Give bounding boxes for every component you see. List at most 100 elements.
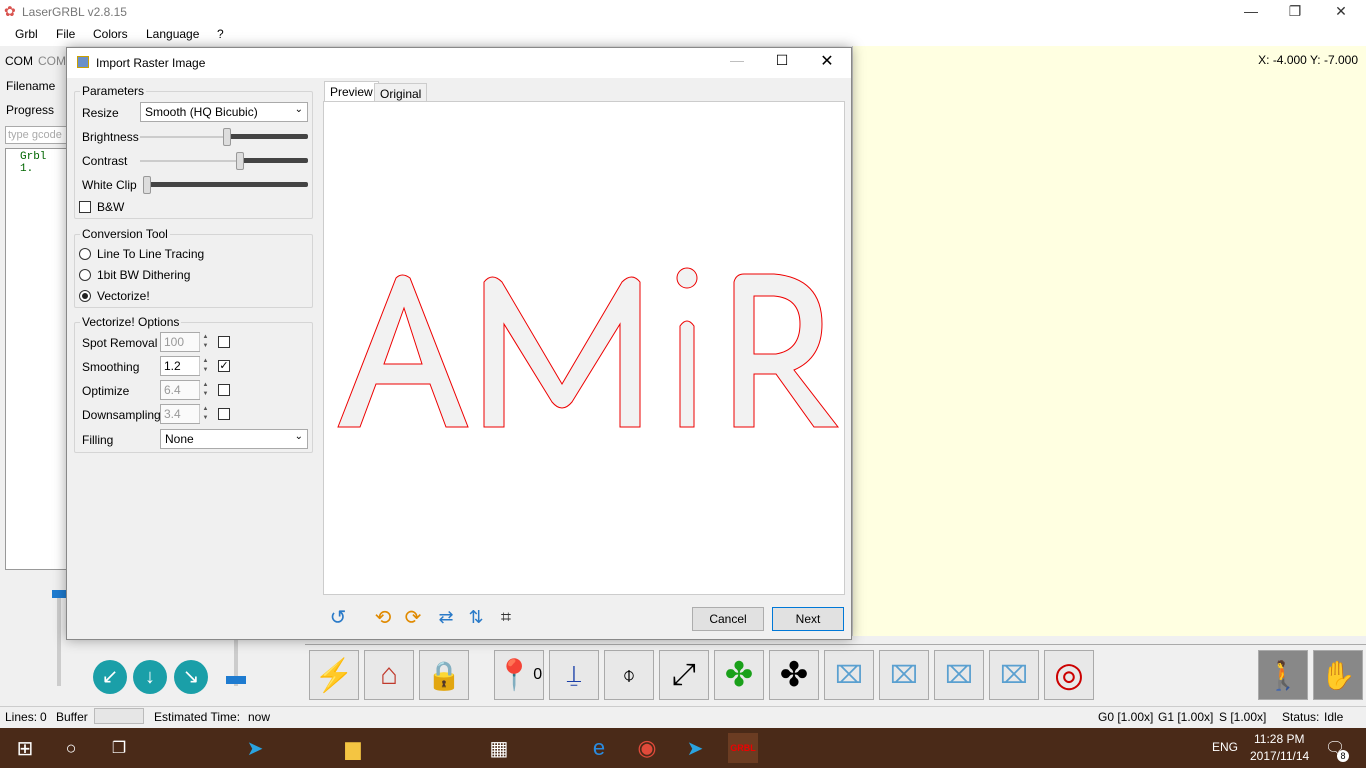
optimize-spinner[interactable]: ▲ ▼ <box>199 381 211 399</box>
contrast-slider[interactable] <box>140 152 308 170</box>
whiteclip-slider[interactable] <box>140 176 308 194</box>
menu-language[interactable]: Language <box>146 27 199 41</box>
reset-image-button[interactable]: ↺ <box>324 603 352 631</box>
start-button[interactable]: ⊞ <box>10 733 40 763</box>
g0-override[interactable]: G0 [1.00x] <box>1098 710 1153 724</box>
custom-button-1[interactable]: ⌧ <box>824 650 874 700</box>
chrome-icon: ◉ <box>637 735 657 760</box>
frame-button[interactable]: ◎ <box>1044 650 1094 700</box>
menu-colors[interactable]: Colors <box>93 27 128 41</box>
flip-vertical-button[interactable]: ⇅ <box>462 603 490 631</box>
chrome-app[interactable]: ◉ <box>632 733 662 763</box>
explorer-app[interactable]: ▆ <box>338 733 368 763</box>
jog-southwest-button[interactable]: ↙ <box>93 660 127 694</box>
crop-button[interactable]: ⌗ <box>492 603 520 631</box>
close-button[interactable]: ✕ <box>1318 0 1364 24</box>
spot-removal-spinner[interactable]: ▲ ▼ <box>199 333 211 351</box>
letter-i-stem-outline <box>679 320 695 428</box>
letter-a-outline <box>337 274 469 428</box>
resize-select[interactable]: Smooth (HQ Bicubic) ⌄ <box>140 102 308 122</box>
downsampling-spinner[interactable]: ▲ ▼ <box>199 405 211 423</box>
brightness-thumb[interactable] <box>223 128 231 146</box>
next-button[interactable]: Next <box>772 607 844 631</box>
brightness-slider[interactable] <box>140 128 308 146</box>
dialog-minimize-button: — <box>730 52 744 68</box>
s-override[interactable]: S [1.00x] <box>1219 710 1266 724</box>
jog-slider-left[interactable] <box>57 590 61 686</box>
minimize-button[interactable]: — <box>1228 0 1274 24</box>
center-button[interactable]: ⤢ <box>659 650 709 700</box>
eraser-icon: ⌧ <box>945 661 973 689</box>
chevron-down-icon: ⌄ <box>294 104 303 115</box>
line-to-line-radio[interactable] <box>79 248 91 260</box>
dithering-radio[interactable] <box>79 269 91 281</box>
rotate-cw-button[interactable]: ⟳ <box>399 603 427 631</box>
downsampling-checkbox[interactable] <box>218 408 230 420</box>
whiteclip-label: White Clip <box>82 178 137 192</box>
tab-preview[interactable]: Preview <box>324 81 379 102</box>
dialog-title: Import Raster Image <box>96 56 206 70</box>
smoothing-checkbox[interactable]: ✓ <box>218 360 230 372</box>
jog-south-button[interactable]: ↓ <box>133 660 167 694</box>
maximize-button[interactable]: ❐ <box>1272 0 1318 24</box>
tab-com[interactable]: COM <box>5 54 33 68</box>
optimize-checkbox[interactable] <box>218 384 230 396</box>
g1-override[interactable]: G1 [1.00x] <box>1158 710 1213 724</box>
spot-removal-input[interactable]: 100 <box>160 332 200 352</box>
menu-grbl[interactable]: Grbl <box>15 27 38 41</box>
whiteclip-thumb[interactable] <box>143 176 151 194</box>
jog-southeast-button[interactable]: ↘ <box>174 660 208 694</box>
preview-canvas[interactable] <box>852 46 1366 636</box>
calculator-app[interactable]: ▦ <box>484 733 514 763</box>
gcode-input[interactable]: type gcode <box>5 126 67 144</box>
dialog-close-button[interactable]: ✕ <box>812 51 842 71</box>
jog-slider-right-thumb[interactable] <box>226 676 246 684</box>
telegram-app[interactable]: ➤ <box>240 733 270 763</box>
task-view-button[interactable]: ❐ <box>104 733 134 763</box>
dialog-maximize-button[interactable]: ☐ <box>767 52 797 69</box>
unlock-button[interactable]: 🔒 <box>419 650 469 700</box>
resume-button[interactable]: 🚶 <box>1258 650 1308 700</box>
custom-button-4[interactable]: ⌧ <box>989 650 1039 700</box>
stop-button[interactable]: ✋ <box>1313 650 1363 700</box>
cancel-button[interactable]: Cancel <box>692 607 764 631</box>
telegram-app-2[interactable]: ➤ <box>680 733 710 763</box>
rotate-ccw-button[interactable]: ⟲ <box>369 603 397 631</box>
tool-button[interactable]: ⌽ <box>604 650 654 700</box>
vectorize-radio[interactable] <box>79 290 91 302</box>
flip-horizontal-icon: ⇄ <box>438 606 454 627</box>
fan-off-button[interactable]: ✤ <box>769 650 819 700</box>
clock-time[interactable]: 11:28 PM <box>1254 732 1304 746</box>
custom-button-2[interactable]: ⌧ <box>879 650 929 700</box>
home-icon: ⌂ <box>379 658 399 691</box>
language-indicator[interactable]: ENG <box>1212 740 1238 754</box>
smoothing-spinner[interactable]: ▲ ▼ <box>199 357 211 375</box>
probe-button[interactable]: ⍊ <box>549 650 599 700</box>
menu-file[interactable]: File <box>56 27 75 41</box>
optimize-input[interactable]: 6.4 <box>160 380 200 400</box>
contrast-thumb[interactable] <box>236 152 244 170</box>
smoothing-input[interactable]: 1.2 <box>160 356 200 376</box>
filling-value: None <box>165 432 194 446</box>
search-button[interactable]: ○ <box>56 733 86 763</box>
tab-com2[interactable]: COM: <box>38 54 69 68</box>
clock-date[interactable]: 2017/11/14 <box>1250 749 1309 763</box>
downsampling-label: Downsampling <box>82 408 161 422</box>
tab-original[interactable]: Original <box>374 83 428 103</box>
laser-fire-button[interactable]: ⚡ <box>309 650 359 700</box>
home-button[interactable]: ⌂ <box>364 650 414 700</box>
filling-select[interactable]: None ⌄ <box>160 429 308 449</box>
lasergrbl-app[interactable]: GRBL <box>728 733 758 763</box>
downsampling-input[interactable]: 3.4 <box>160 404 200 424</box>
spot-removal-checkbox[interactable] <box>218 336 230 348</box>
custom-button-3[interactable]: ⌧ <box>934 650 984 700</box>
smoothing-label: Smoothing <box>82 360 140 374</box>
edge-app[interactable]: e <box>584 733 614 763</box>
set-zero-button[interactable]: 📍 0 <box>494 650 544 700</box>
jog-slider-left-thumb[interactable] <box>52 590 66 598</box>
bw-checkbox[interactable] <box>79 201 91 213</box>
fan-on-button[interactable]: ✤ <box>714 650 764 700</box>
menu-help[interactable]: ? <box>217 27 224 41</box>
contrast-label: Contrast <box>82 154 128 168</box>
flip-horizontal-button[interactable]: ⇄ <box>432 603 460 631</box>
